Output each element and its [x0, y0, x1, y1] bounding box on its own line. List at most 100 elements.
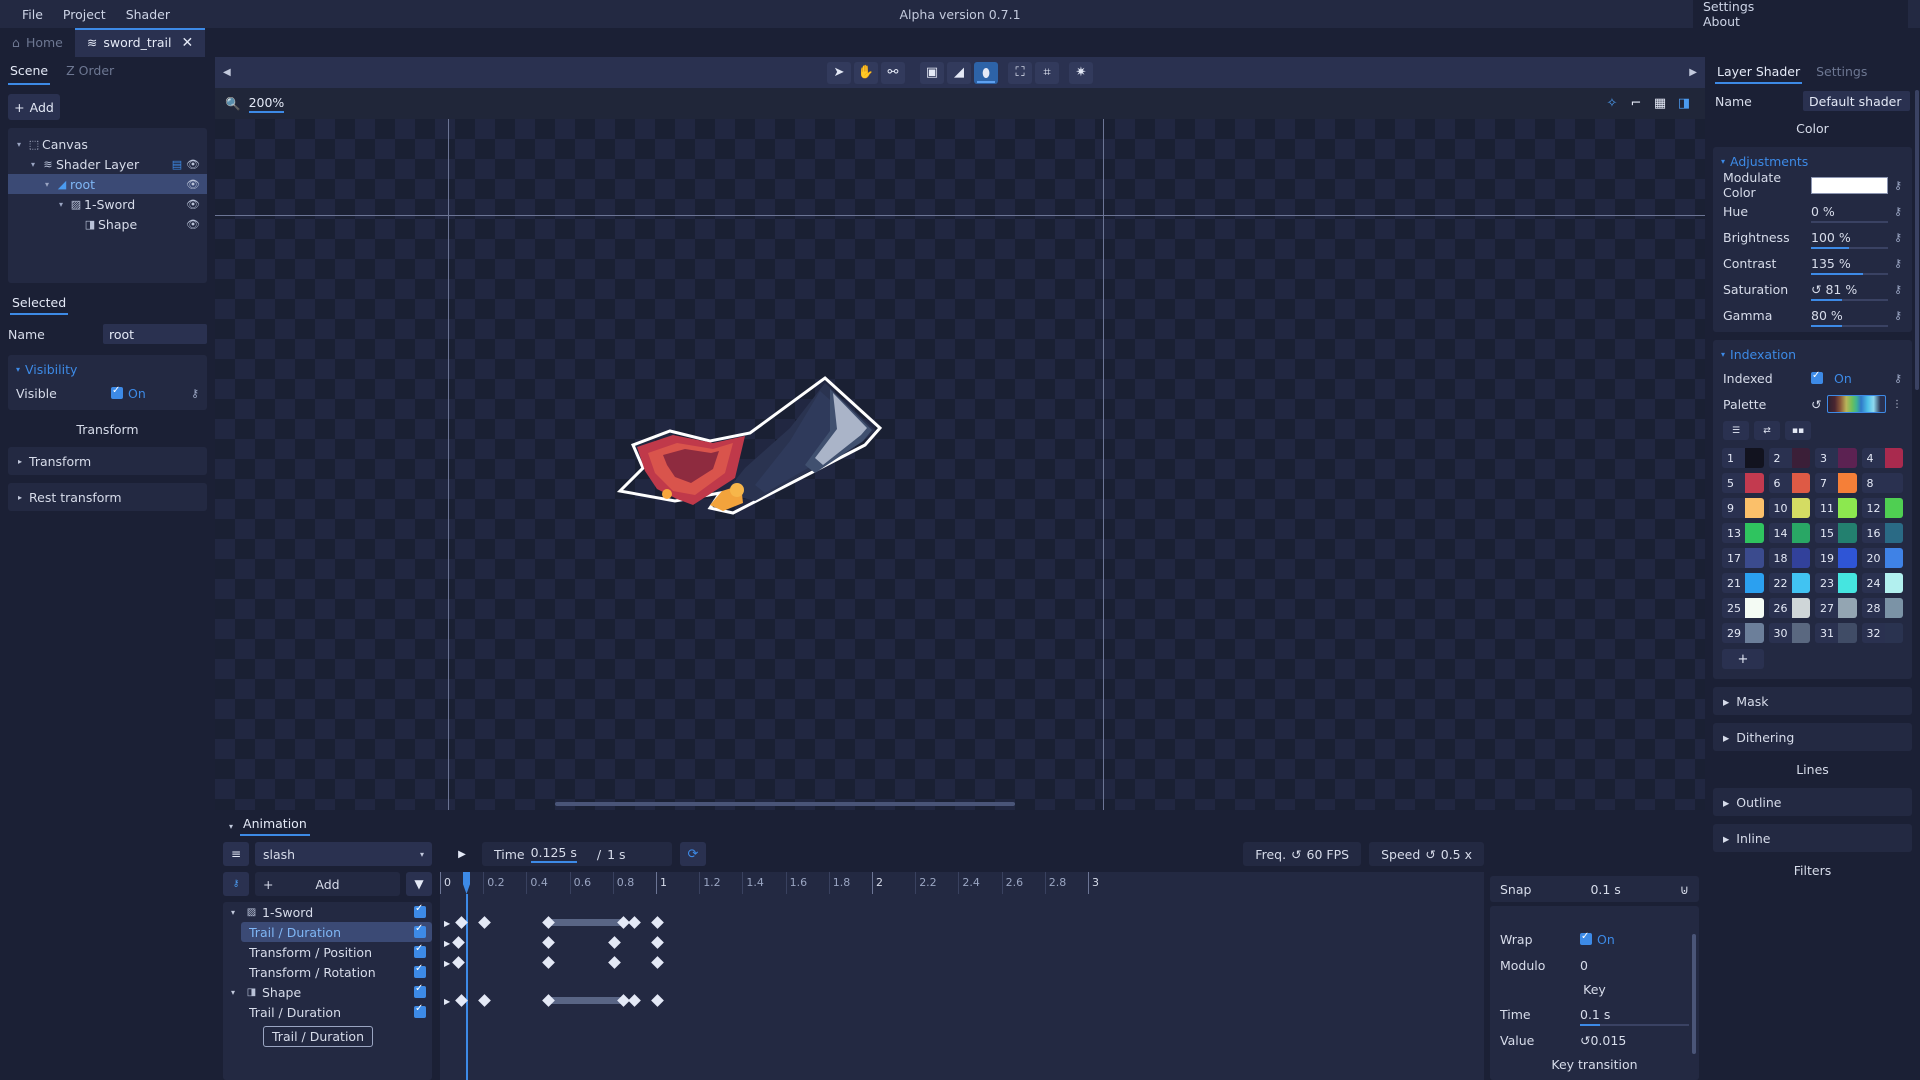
time-display[interactable]: Time 0.125 s / 1 s: [482, 842, 672, 866]
animation-menu-icon[interactable]: ≡: [223, 842, 249, 866]
track-row-trail-duration-shape[interactable]: Trail / Duration: [241, 1002, 432, 1022]
track-enabled-checkbox[interactable]: [414, 1006, 426, 1018]
play-button[interactable]: ▶: [450, 843, 474, 865]
palette-swatch[interactable]: 25: [1722, 598, 1764, 618]
timeline-tracks-area[interactable]: ▶ ▶: [440, 894, 1484, 1080]
timeline-ruler[interactable]: 00.20.40.60.811.21.41.61.822.22.42.62.83: [440, 872, 1484, 894]
reset-icon[interactable]: ↺: [1291, 847, 1301, 862]
swap-icon[interactable]: ⇄: [1754, 421, 1780, 440]
animation-clip-select[interactable]: slash ▾: [255, 842, 432, 866]
dithering-collapse[interactable]: ▸ Dithering: [1713, 723, 1912, 751]
track-row-transform-position[interactable]: Transform / Position: [241, 942, 432, 962]
chevron-down-icon[interactable]: ▾: [229, 822, 233, 831]
list-icon[interactable]: ☰: [1723, 421, 1749, 440]
track-expand-icon[interactable]: ▶: [444, 919, 450, 928]
keyframe[interactable]: [542, 936, 555, 949]
chevron-right-icon[interactable]: ▶: [1689, 67, 1697, 78]
chevron-down-icon[interactable]: ▾: [231, 988, 241, 997]
keyframe-icon[interactable]: ⚷: [1894, 205, 1902, 218]
palette-swatch[interactable]: 3: [1815, 448, 1857, 468]
palette-swatch[interactable]: 12: [1862, 498, 1904, 518]
time-value[interactable]: 0.125 s: [531, 845, 577, 863]
pin-tool[interactable]: ⬮: [974, 62, 998, 84]
gamma-value[interactable]: 80 %: [1811, 308, 1843, 323]
key-value-value[interactable]: 0.015: [1590, 1033, 1626, 1048]
palette-swatch[interactable]: 28: [1862, 598, 1904, 618]
keyframe[interactable]: [628, 916, 641, 929]
tab-layer-shader[interactable]: Layer Shader: [1717, 64, 1800, 84]
duplicate-icon[interactable]: ▤: [169, 158, 185, 171]
record-key-icon[interactable]: ⚷: [223, 872, 249, 896]
keyframe-icon[interactable]: ⚷: [1894, 257, 1902, 270]
more-options-icon[interactable]: ⋮: [1892, 399, 1902, 410]
chevron-down-icon[interactable]: ▾: [26, 160, 40, 169]
menu-settings[interactable]: Settings: [1693, 0, 1908, 14]
track-expand-icon[interactable]: ▶: [444, 997, 450, 1006]
origin-icon[interactable]: ⌐: [1625, 93, 1647, 115]
animation-tab-label[interactable]: Animation: [243, 816, 307, 836]
palette-swatch[interactable]: 16: [1862, 523, 1904, 543]
indexed-checkbox[interactable]: [1811, 372, 1823, 384]
palette-swatch[interactable]: 11: [1815, 498, 1857, 518]
keyframe-icon[interactable]: ⚷: [1894, 283, 1902, 296]
palette-swatch[interactable]: 24: [1862, 573, 1904, 593]
track-row-1-sword[interactable]: ▾ ▨ 1-Sword: [223, 902, 432, 922]
palette-swatch[interactable]: 23: [1815, 573, 1857, 593]
menu-file[interactable]: File: [12, 7, 53, 22]
loop-icon[interactable]: ⟳: [680, 842, 706, 866]
magnet-icon[interactable]: ⊍: [1680, 882, 1689, 897]
visibility-group-header[interactable]: ▾ Visibility: [8, 359, 207, 380]
track-row-transform-rotation[interactable]: Transform / Rotation: [241, 962, 432, 982]
track-enabled-checkbox[interactable]: [414, 966, 426, 978]
reset-icon[interactable]: ↺: [1580, 1033, 1590, 1048]
keyframe[interactable]: [478, 916, 491, 929]
palette-swatch[interactable]: 10: [1769, 498, 1811, 518]
rect-tool[interactable]: ▣: [920, 62, 944, 84]
reset-icon[interactable]: ↺: [1811, 282, 1821, 297]
saturation-value[interactable]: 81 %: [1825, 282, 1857, 297]
keyframe[interactable]: [651, 936, 664, 949]
keyframe-icon[interactable]: ⚷: [1894, 179, 1902, 192]
palette-swatch[interactable]: 18: [1769, 548, 1811, 568]
palette-swatch[interactable]: 30: [1769, 623, 1811, 643]
palette-swatch[interactable]: 9: [1722, 498, 1764, 518]
rgb-icon[interactable]: ▪▪: [1785, 421, 1811, 440]
palette-swatch[interactable]: 7: [1815, 473, 1857, 493]
palette-swatch[interactable]: 27: [1815, 598, 1857, 618]
zoom-level[interactable]: 200%: [249, 95, 285, 113]
menu-shader[interactable]: Shader: [116, 7, 180, 22]
keyframe-range-bar[interactable]: [548, 919, 623, 926]
keyframe[interactable]: [628, 994, 641, 1007]
eye-icon[interactable]: 👁: [185, 178, 201, 191]
zoom-control[interactable]: 🔍 200%: [225, 95, 284, 113]
chevron-down-icon[interactable]: ▾: [231, 908, 241, 917]
add-track-button[interactable]: + Add: [255, 872, 400, 896]
keyframe-icon[interactable]: ⚷: [1894, 231, 1902, 244]
rocket-tool[interactable]: ◢: [947, 62, 971, 84]
tab-sword-trail[interactable]: ≋ sword_trail ✕: [75, 28, 205, 57]
rest-transform-collapse[interactable]: ▸ Rest transform: [8, 483, 207, 511]
keyframe[interactable]: [651, 956, 664, 969]
track-row-shape[interactable]: ▾ ◨ Shape: [223, 982, 432, 1002]
speed-control[interactable]: Speed ↺ 0.5 x: [1369, 842, 1484, 866]
grid-icon[interactable]: ▦: [1649, 93, 1671, 115]
keyframe[interactable]: [651, 994, 664, 1007]
time-total[interactable]: 1 s: [607, 847, 625, 862]
track-expand-icon[interactable]: ▶: [444, 939, 450, 948]
track-enabled-checkbox[interactable]: [414, 906, 426, 918]
right-panel-scrollbar[interactable]: [1915, 90, 1919, 390]
pan-tool[interactable]: ✋: [854, 62, 878, 84]
tree-node-root[interactable]: ▾ ◢ root 👁: [8, 174, 207, 194]
palette-swatch[interactable]: 17: [1722, 548, 1764, 568]
transform-collapse[interactable]: ▸ Transform: [8, 447, 207, 475]
indexation-header[interactable]: ▾ Indexation: [1713, 344, 1912, 365]
palette-swatch[interactable]: 26: [1769, 598, 1811, 618]
palette-swatch[interactable]: 15: [1815, 523, 1857, 543]
frequency-control[interactable]: Freq. ↺ 60 FPS: [1243, 842, 1361, 866]
tab-home[interactable]: ⌂ Home: [0, 28, 75, 57]
eye-icon[interactable]: 👁: [185, 218, 201, 231]
tree-node-shader-layer[interactable]: ▾ ≋ Shader Layer ▤ 👁: [8, 154, 207, 174]
subtab-z-order[interactable]: Z Order: [66, 63, 114, 85]
menu-project[interactable]: Project: [53, 7, 116, 22]
outline-collapse[interactable]: ▸ Outline: [1713, 788, 1912, 816]
